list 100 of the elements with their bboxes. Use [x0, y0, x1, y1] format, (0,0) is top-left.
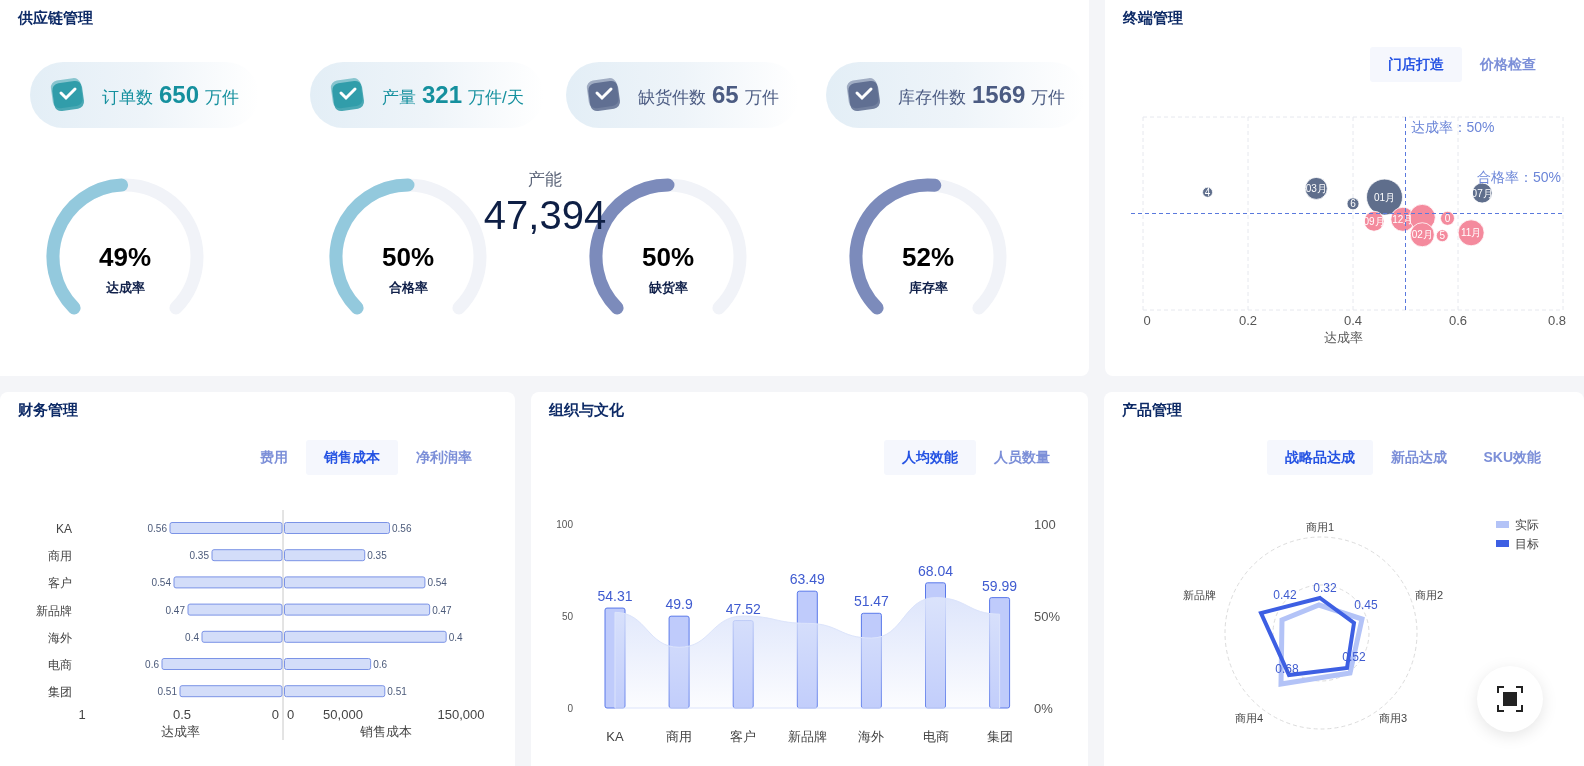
category-label: 客户	[48, 576, 72, 591]
value-label: 0.51	[387, 686, 407, 698]
kpi-unit: 万件	[744, 87, 779, 109]
bubble-label: 4	[1204, 186, 1211, 198]
category-label: 海外	[858, 729, 885, 744]
axis-label: 商用3	[1379, 712, 1408, 724]
value-label: 0.56	[147, 523, 167, 534]
gauge-label: 达成率	[105, 280, 145, 295]
kpi-value: 321	[422, 80, 463, 110]
gauge-percent: 50%	[642, 242, 694, 272]
axis-tick-label: 150,000	[437, 707, 485, 722]
kpi-value: 65	[712, 80, 739, 110]
reference-label: 达成率：50%	[1410, 119, 1495, 135]
category-label: 电商	[922, 729, 949, 744]
value-label: 0.54	[151, 577, 171, 589]
gauge-percent: 52%	[902, 242, 954, 272]
axis-label: 新品牌	[1183, 589, 1216, 601]
value-label: 63.49	[789, 571, 825, 588]
value-label: 59.99	[982, 577, 1018, 594]
gauge-percent: 49%	[99, 242, 151, 272]
axis-title: 销售成本	[360, 724, 412, 739]
value-label: 0.42	[1273, 588, 1297, 602]
axis-tick-label: 0.6	[1448, 313, 1468, 328]
axis-tick-label: 100	[1034, 517, 1056, 532]
axis-title: 达成率	[1323, 330, 1363, 345]
axis-tick-label: 0	[271, 707, 279, 722]
bubble-label: 12月	[1392, 213, 1414, 225]
category-label: KA	[56, 522, 72, 536]
bubble-label: 03月	[1305, 182, 1327, 194]
axis-tick-label: 0	[287, 707, 295, 722]
value-label: 0.35	[367, 550, 387, 562]
category-label: 客户	[730, 729, 757, 744]
kpi-unit: 万件/天	[468, 87, 524, 109]
kpi-value: 650	[159, 80, 200, 110]
category-label: 新品牌	[787, 729, 827, 744]
axis-tick-label: 1	[78, 707, 86, 722]
legend-label: 实际	[1515, 518, 1539, 532]
axis-tick-label: 50%	[1034, 609, 1061, 624]
kpi-label: 产量	[382, 87, 416, 109]
category-label: 电商	[48, 658, 72, 672]
category-label: 新品牌	[36, 603, 72, 618]
value-label: 0.35	[189, 550, 209, 562]
value-label: 68.04	[918, 562, 953, 579]
kpi-unit: 万件	[1031, 87, 1066, 109]
value-label: 0.32	[1313, 581, 1337, 595]
bubble-label: 5	[1439, 230, 1446, 242]
axis-tick-label: 0	[567, 703, 573, 714]
axis-tick-label: 0.2	[1238, 313, 1258, 328]
gauge-label: 库存率	[908, 280, 948, 295]
value-label: 54.31	[597, 588, 633, 605]
category-label: 集团	[986, 729, 1013, 744]
bubble-label: 01月	[1373, 191, 1396, 203]
category-label: KA	[606, 729, 624, 744]
value-label: 47.52	[725, 600, 761, 617]
value-label: 0.47	[165, 604, 185, 616]
gauge-label: 合格率	[388, 280, 428, 295]
category-label: 商用	[48, 549, 72, 564]
axis-tick-label: 0.4	[1343, 313, 1363, 328]
value-label: 0.4	[448, 631, 463, 643]
value-label: 0.6	[373, 659, 388, 670]
value-label: 0.56	[392, 523, 412, 534]
value-label: 0.4	[185, 631, 199, 643]
value-label: 0.54	[427, 577, 447, 589]
bubble-label: 6	[1350, 198, 1356, 210]
kpi-label: 库存件数	[898, 87, 966, 109]
axis-tick-label: 100	[556, 519, 573, 530]
kpi-label: 缺货件数	[638, 87, 706, 109]
capacity-value: 47,394	[483, 192, 607, 238]
value-label: 0.45	[1354, 598, 1378, 612]
bubble-label: 02月	[1411, 229, 1433, 241]
category-label: 海外	[48, 630, 72, 645]
bubble-label: 11月	[1460, 227, 1482, 239]
value-label: 51.47	[853, 593, 889, 610]
category-label: 集团	[48, 685, 72, 700]
axis-tick-label: 50	[561, 611, 573, 622]
value-label: 0.47	[432, 604, 452, 616]
capacity-label: 产能	[528, 169, 562, 191]
gauge-label: 缺货率	[648, 280, 688, 295]
axis-label: 商用2	[1415, 589, 1444, 601]
card-title: 供应链管理	[18, 8, 93, 28]
category-label: 商用	[666, 729, 693, 744]
value-label: 0.51	[157, 686, 177, 698]
axis-title: 达成率	[160, 724, 200, 739]
axis-tick-label: 0.5	[172, 707, 192, 722]
bubble-label: 09月	[1363, 215, 1385, 227]
card-title: 产品管理	[1122, 400, 1182, 420]
axis-tick-label: 50,000	[323, 707, 363, 722]
kpi-value: 1569	[972, 80, 1026, 110]
gauge-percent: 50%	[382, 242, 434, 272]
axis-tick-label: 0%	[1034, 701, 1053, 716]
reference-label: 合格率：50%	[1476, 168, 1561, 185]
legend-label: 目标	[1515, 537, 1539, 551]
axis-tick-label: 0.8	[1547, 313, 1567, 328]
bubble-label: 0	[1444, 212, 1451, 224]
card-title: 财务管理	[18, 400, 78, 420]
axis-label: 商用4	[1234, 712, 1263, 724]
value-label: 49.9	[665, 596, 693, 613]
card-title: 终端管理	[1123, 8, 1183, 28]
value-label: 0.6	[145, 659, 159, 670]
axis-tick-label: 0	[1143, 313, 1151, 328]
